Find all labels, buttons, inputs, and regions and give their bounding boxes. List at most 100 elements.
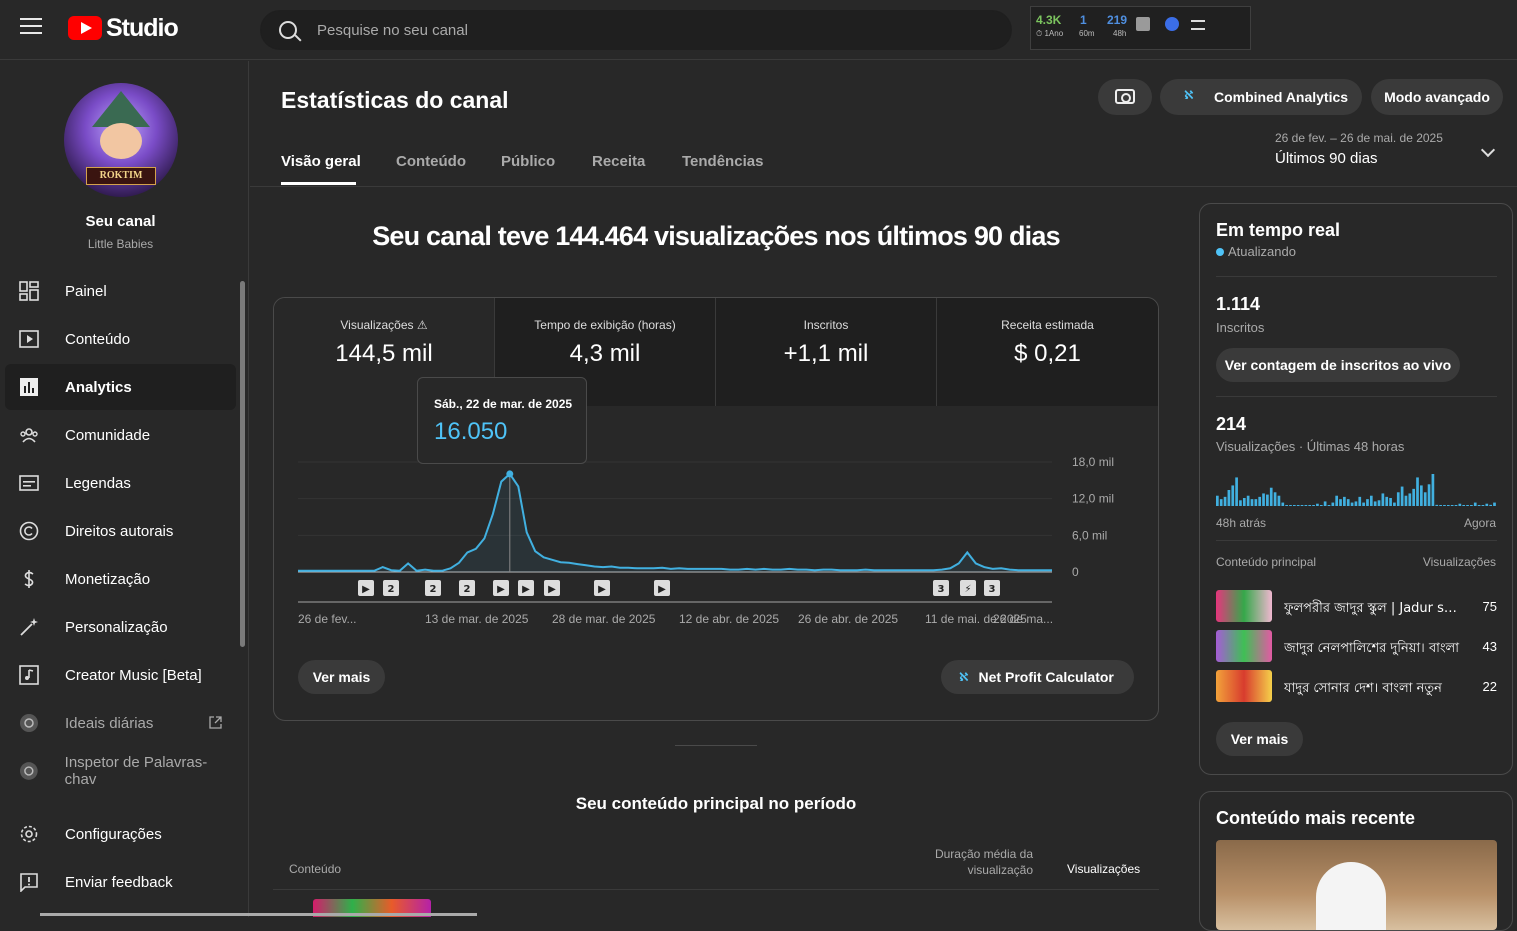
- realtime-card: Em tempo real Atualizando 1.114 Inscrito…: [1199, 203, 1513, 775]
- vidiq-logo-icon: ℵ: [959, 670, 969, 684]
- main-content: Estatísticas do canal ℵ Combined Analyti…: [250, 61, 1517, 931]
- views-line-chart[interactable]: 0 6,0 mil 12,0 mil 18,0 mil ▶ 2 2 2 ▶ ▶ ▶ ▶ ▶ 3 ⚡ 3 26 d…: [274, 298, 1159, 648]
- combined-analytics-button[interactable]: ℵ Combined Analytics: [1160, 79, 1362, 115]
- realtime-bar: [1250, 499, 1254, 506]
- sidebar-item-comunidade[interactable]: Comunidade: [5, 412, 236, 458]
- realtime-bar: [1427, 484, 1431, 506]
- realtime-bar: [1400, 486, 1404, 506]
- realtime-bar: [1412, 488, 1416, 506]
- realtime-bar: [1235, 477, 1238, 506]
- col-header-duration[interactable]: Duração média da visualização: [910, 846, 1033, 878]
- realtime-bar: [1219, 499, 1223, 506]
- channel-avatar[interactable]: ROKTIM: [64, 83, 178, 197]
- ext-stat-60m-sub: 60m: [1079, 29, 1095, 38]
- date-period-select[interactable]: Últimos 90 dias: [1275, 150, 1378, 167]
- video-marker-label: ▶: [548, 584, 556, 595]
- realtime-bar: [1396, 492, 1400, 506]
- sidebar-item-painel[interactable]: Painel: [5, 268, 236, 314]
- vidiq-icon[interactable]: [1165, 17, 1179, 31]
- tab-tendencias[interactable]: Tendências: [682, 153, 763, 170]
- chevron-down-icon[interactable]: [1480, 142, 1496, 158]
- realtime-bar: [1489, 504, 1492, 506]
- realtime-bar: [1435, 504, 1439, 506]
- list-item[interactable]: ফুলপরীর জাদুর স্কুল | Jadur school 75: [1216, 590, 1497, 622]
- video-title: যাদুর সোনার দেশ। বাংলা নতুন: [1284, 681, 1442, 696]
- tab-receita[interactable]: Receita: [592, 153, 645, 170]
- sidebar-item-analytics[interactable]: Analytics: [5, 364, 236, 410]
- sidebar-item-conteudo[interactable]: Conteúdo: [5, 316, 236, 362]
- live-subscriber-count-button[interactable]: Ver contagem de inscritos ao vivo: [1216, 348, 1460, 382]
- realtime-bar-chart[interactable]: [1216, 472, 1497, 506]
- sidebar-item-creator-music[interactable]: Creator Music [Beta]: [5, 652, 236, 698]
- realtime-bar: [1393, 502, 1396, 506]
- menu-icon[interactable]: [20, 18, 42, 36]
- list-item[interactable]: জাদুর নেলপালিশের দুনিয়া। বাংলা 43: [1216, 630, 1497, 662]
- video-marker-label: ▶: [497, 584, 505, 595]
- tab-conteudo[interactable]: Conteúdo: [396, 153, 466, 170]
- video-marker-label: 2: [430, 584, 437, 595]
- realtime-bar: [1404, 495, 1408, 506]
- search-icon[interactable]: [279, 21, 297, 39]
- bar-chart-icon[interactable]: [1136, 17, 1150, 31]
- realtime-bar: [1466, 505, 1469, 506]
- sidebar-item-personalizacao[interactable]: Personalização: [5, 604, 236, 650]
- top-views-header: Visualizações: [1422, 555, 1496, 569]
- realtime-bar: [1362, 502, 1365, 506]
- see-more-button[interactable]: Ver mais: [298, 660, 385, 694]
- horizontal-scrollbar[interactable]: [40, 913, 477, 916]
- sidebar-item-legendas[interactable]: Legendas: [5, 460, 236, 506]
- sidebar-item-configuracoes[interactable]: Configurações: [5, 811, 236, 857]
- video-title: জাদুর নেলপালিশের দুনিয়া। বাংলা: [1284, 641, 1460, 656]
- y-tick-label: 18,0 mil: [1072, 455, 1114, 469]
- sidebar-item-ideias-diarias[interactable]: Ideais diárias: [5, 700, 236, 746]
- sidebar-item-label: Inspetor de Palavras-chav: [64, 754, 208, 788]
- realtime-bar: [1408, 493, 1412, 506]
- video-marker-label: ▶: [598, 584, 606, 595]
- sidebar-item-direitos[interactable]: Direitos autorais: [5, 508, 236, 554]
- realtime-bar: [1316, 503, 1319, 506]
- realtime-bar: [1343, 496, 1346, 506]
- realtime-bar: [1350, 502, 1354, 506]
- tab-visao-geral[interactable]: Visão geral: [281, 153, 361, 170]
- list-item[interactable]: যাদুর সোনার দেশ। বাংলা নতুন 22: [1216, 670, 1497, 702]
- realtime-bar: [1308, 505, 1312, 506]
- sidebar-item-feedback[interactable]: Enviar feedback: [5, 859, 236, 905]
- feedback-icon: [20, 873, 38, 892]
- sidebar-item-label: Personalização: [65, 618, 168, 636]
- video-marker-label: 2: [464, 584, 471, 595]
- studio-logo[interactable]: Studio: [68, 14, 179, 42]
- col-header-views[interactable]: Visualizações: [1067, 862, 1140, 876]
- search-input[interactable]: [317, 11, 997, 49]
- realtime-bar: [1431, 474, 1435, 506]
- realtime-bar: [1304, 505, 1308, 506]
- net-profit-label: Net Profit Calculator: [978, 669, 1114, 685]
- video-marker-label: ▶: [522, 584, 530, 595]
- sidebar-item-inspetor[interactable]: Inspetor de Palavras-chav: [5, 748, 236, 794]
- realtime-subs-value: 1.114: [1216, 294, 1261, 314]
- col-header-content[interactable]: Conteúdo: [289, 862, 341, 876]
- advanced-mode-button[interactable]: Modo avançado: [1371, 79, 1503, 115]
- sidebar-item-label: Painel: [65, 282, 107, 300]
- ext-menu-icon[interactable]: [1191, 20, 1205, 30]
- highlight-point[interactable]: [506, 470, 514, 478]
- realtime-bar: [1281, 502, 1285, 506]
- realtime-bar: [1223, 496, 1227, 506]
- realtime-bar: [1273, 492, 1277, 506]
- net-profit-calculator-button[interactable]: ℵ Net Profit Calculator: [941, 660, 1134, 694]
- search-bar[interactable]: [260, 10, 1012, 50]
- sidebar-scrollbar[interactable]: [240, 281, 245, 647]
- tab-publico[interactable]: Público: [501, 153, 555, 170]
- realtime-bar: [1227, 490, 1231, 506]
- date-range[interactable]: 26 de fev. – 26 de mai. de 2025: [1275, 131, 1443, 145]
- series-line: [298, 472, 1052, 572]
- gear-icon: [20, 825, 38, 843]
- sidebar-item-monetizacao[interactable]: Monetização: [5, 556, 236, 602]
- screenshot-button[interactable]: [1098, 79, 1152, 115]
- realtime-bar: [1385, 496, 1389, 506]
- realtime-see-more-button[interactable]: Ver mais: [1216, 722, 1303, 756]
- channel-handle: Little Babies: [87, 237, 154, 251]
- vidiq-extension-bar[interactable]: 4.3K ⏱ 1Ano 1 60m 219 48h: [1030, 6, 1251, 50]
- sidebar-item-label: Ideais diárias: [65, 714, 154, 732]
- sidebar: ROKTIM Seu canal Little Babies Painel Co…: [0, 61, 249, 917]
- realtime-bar: [1450, 505, 1454, 506]
